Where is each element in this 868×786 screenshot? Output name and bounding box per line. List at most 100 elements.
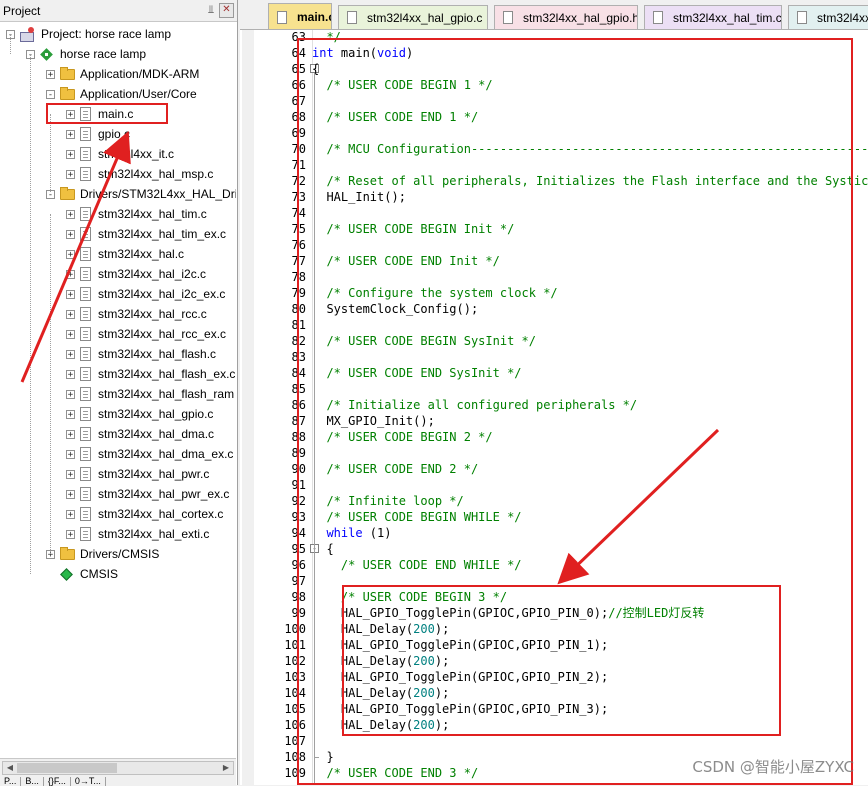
tree-item-drivers-cmsis[interactable]: + Drivers/CMSIS	[46, 544, 159, 564]
tree-item-stm32l4xx-hal-rcc-ex-c[interactable]: + stm32l4xx_hal_rcc_ex.c	[66, 324, 226, 344]
horizontal-scrollbar[interactable]: ◀ ▶	[2, 761, 234, 775]
code-line[interactable]: HAL_Delay(200);	[312, 717, 449, 733]
code-line[interactable]: HAL_GPIO_TogglePin(GPIOC,GPIO_PIN_0);//控…	[312, 605, 704, 621]
scroll-left-icon[interactable]: ◀	[3, 762, 17, 774]
tree-item-label: stm32l4xx_hal_i2c_ex.c	[98, 287, 226, 301]
expand-icon[interactable]: +	[66, 129, 75, 139]
code-line[interactable]: /* USER CODE BEGIN 3 */	[312, 589, 507, 605]
tab-stm32l4xx-hal-gpio-c[interactable]: stm32l4xx_hal_gpio.c	[338, 5, 488, 29]
code-line[interactable]: {	[312, 61, 319, 77]
expand-icon[interactable]: +	[66, 149, 75, 159]
expand-icon[interactable]: +	[66, 229, 75, 239]
code-editor[interactable]: 63 64 65 66 67 68 69 70 71 72 73 74 75 76 77 78 79 80 81 82…	[240, 30, 868, 785]
tree-item-stm32l4xx-hal-exti-c[interactable]: + stm32l4xx_hal_exti.c	[66, 524, 209, 544]
code-line[interactable]: /* USER CODE END 1 */	[312, 109, 478, 125]
code-line[interactable]: while (1)	[312, 525, 391, 541]
code-line[interactable]: /* MCU Configuration--------------------…	[312, 141, 868, 157]
tree-item-stm32l4xx-hal-tim-ex-c[interactable]: + stm32l4xx_hal_tim_ex.c	[66, 224, 226, 244]
tree-item-stm32l4xx-hal-msp-c[interactable]: + stm32l4xx_hal_msp.c	[66, 164, 213, 184]
tree-item-application-mdk-arm[interactable]: + Application/MDK-ARM	[46, 64, 199, 84]
tree-item-application-user-core[interactable]: - Application/User/Core	[46, 84, 197, 104]
code-line[interactable]: /* Reset of all peripherals, Initializes…	[312, 173, 868, 189]
code-line[interactable]: /* USER CODE BEGIN 2 */	[312, 429, 492, 445]
tree-item-gpio-c[interactable]: + gpio.c	[66, 124, 130, 144]
tree-item-stm32l4xx-hal-c[interactable]: + stm32l4xx_hal.c	[66, 244, 184, 264]
tree-item-stm32l4xx-it-c[interactable]: + stm32l4xx_it.c	[66, 144, 174, 164]
expand-icon[interactable]: +	[66, 449, 75, 459]
tab-stm32l4xx-hal-tim-ex-c[interactable]: stm32l4xx_hal_tim_ex.c	[788, 5, 868, 29]
code-line[interactable]: }	[312, 749, 333, 765]
expand-icon[interactable]: +	[66, 209, 75, 219]
code-line[interactable]: /* USER CODE BEGIN SysInit */	[312, 333, 536, 349]
tree-item-cmsis[interactable]: CMSIS	[46, 564, 118, 584]
collapse-icon[interactable]: -	[46, 89, 55, 99]
code-line[interactable]: /* USER CODE BEGIN Init */	[312, 221, 514, 237]
code-line[interactable]: /* USER CODE END Init */	[312, 253, 499, 269]
scroll-right-icon[interactable]: ▶	[219, 762, 233, 774]
code-line[interactable]: HAL_GPIO_TogglePin(GPIOC,GPIO_PIN_2);	[312, 669, 608, 685]
code-line[interactable]: /* USER CODE END WHILE */	[312, 557, 522, 573]
expand-icon[interactable]: +	[66, 489, 75, 499]
close-icon[interactable]: ✕	[219, 3, 234, 18]
code-line[interactable]: HAL_Delay(200);	[312, 621, 449, 637]
tab-main-c[interactable]: main.c	[268, 3, 332, 29]
scroll-thumb[interactable]	[17, 763, 117, 773]
code-area[interactable]: */int main(void){ /* USER CODE BEGIN 1 *…	[312, 30, 868, 785]
tree-item-stm32l4xx-hal-i2c-c[interactable]: + stm32l4xx_hal_i2c.c	[66, 264, 206, 284]
expand-icon[interactable]: +	[66, 429, 75, 439]
expand-icon[interactable]: +	[66, 249, 75, 259]
code-line[interactable]: /* Infinite loop */	[312, 493, 463, 509]
tree-item-stm32l4xx-hal-cortex-c[interactable]: + stm32l4xx_hal_cortex.c	[66, 504, 223, 524]
tree-item-project-horse-race-lamp[interactable]: - Project: horse race lamp	[6, 24, 171, 44]
tree-item-drivers-stm32l4xx-hal-driv[interactable]: - Drivers/STM32L4xx_HAL_Driv	[46, 184, 236, 204]
expand-icon[interactable]: +	[66, 389, 75, 399]
code-line[interactable]: HAL_GPIO_TogglePin(GPIOC,GPIO_PIN_3);	[312, 701, 608, 717]
tree-item-stm32l4xx-hal-pwr-ex-c[interactable]: + stm32l4xx_hal_pwr_ex.c	[66, 484, 229, 504]
tree-item-stm32l4xx-hal-flash-ex-c[interactable]: + stm32l4xx_hal_flash_ex.c	[66, 364, 235, 384]
code-line[interactable]: MX_GPIO_Init();	[312, 413, 434, 429]
expand-icon[interactable]: +	[66, 109, 75, 119]
tree-item-stm32l4xx-hal-tim-c[interactable]: + stm32l4xx_hal_tim.c	[66, 204, 207, 224]
expand-icon[interactable]: +	[46, 69, 55, 79]
expand-icon[interactable]: +	[66, 329, 75, 339]
expand-icon[interactable]: +	[66, 509, 75, 519]
tree-item-stm32l4xx-hal-dma-ex-c[interactable]: + stm32l4xx_hal_dma_ex.c	[66, 444, 233, 464]
tree-item-stm32l4xx-hal-rcc-c[interactable]: + stm32l4xx_hal_rcc.c	[66, 304, 207, 324]
code-line[interactable]: /* USER CODE END SysInit */	[312, 365, 521, 381]
code-line[interactable]: {	[312, 541, 333, 557]
tree-item-horse-race-lamp[interactable]: - horse race lamp	[26, 44, 146, 64]
expand-icon[interactable]: +	[66, 289, 75, 299]
code-line[interactable]: HAL_Init();	[312, 189, 405, 205]
code-line[interactable]: /* Initialize all configured peripherals…	[312, 397, 637, 413]
expand-icon[interactable]: +	[66, 349, 75, 359]
code-line[interactable]: HAL_Delay(200);	[312, 685, 449, 701]
tree-item-stm32l4xx-hal-flash-c[interactable]: + stm32l4xx_hal_flash.c	[66, 344, 216, 364]
tree-item-main-c[interactable]: + main.c	[66, 104, 133, 124]
code-line[interactable]: SystemClock_Config();	[312, 301, 478, 317]
expand-icon[interactable]: +	[66, 529, 75, 539]
tree-item-stm32l4xx-hal-pwr-c[interactable]: + stm32l4xx_hal_pwr.c	[66, 464, 209, 484]
code-line[interactable]: HAL_GPIO_TogglePin(GPIOC,GPIO_PIN_1);	[312, 637, 608, 653]
expand-icon[interactable]: +	[66, 469, 75, 479]
code-line[interactable]: /* Configure the system clock */	[312, 285, 557, 301]
tree-item-stm32l4xx-hal-i2c-ex-c[interactable]: + stm32l4xx_hal_i2c_ex.c	[66, 284, 225, 304]
code-line[interactable]: /* USER CODE BEGIN WHILE */	[312, 509, 521, 525]
expand-icon[interactable]: +	[66, 269, 75, 279]
tree-item-stm32l4xx-hal-dma-c[interactable]: + stm32l4xx_hal_dma.c	[66, 424, 214, 444]
code-line[interactable]: /* USER CODE BEGIN 1 */	[312, 77, 492, 93]
code-line[interactable]: int main(void)	[312, 45, 413, 61]
tab-stm32l4xx-hal-tim-c[interactable]: stm32l4xx_hal_tim.c	[644, 5, 782, 29]
tree-item-stm32l4xx-hal-flash-ram[interactable]: + stm32l4xx_hal_flash_ram	[66, 384, 234, 404]
tree-item-stm32l4xx-hal-gpio-c[interactable]: + stm32l4xx_hal_gpio.c	[66, 404, 213, 424]
pin-icon[interactable]: ⫫	[203, 4, 219, 17]
expand-icon[interactable]: +	[66, 169, 75, 179]
tab-stm32l4xx-hal-gpio-h[interactable]: stm32l4xx_hal_gpio.h	[494, 5, 638, 29]
breakpoint-margin[interactable]	[242, 30, 254, 785]
code-line[interactable]: */	[312, 30, 340, 45]
expand-icon[interactable]: +	[66, 309, 75, 319]
code-line[interactable]: /* USER CODE END 3 */	[312, 765, 478, 781]
expand-icon[interactable]: +	[66, 409, 75, 419]
code-line[interactable]: HAL_Delay(200);	[312, 653, 449, 669]
expand-icon[interactable]: +	[66, 369, 75, 379]
code-line[interactable]: /* USER CODE END 2 */	[312, 461, 478, 477]
